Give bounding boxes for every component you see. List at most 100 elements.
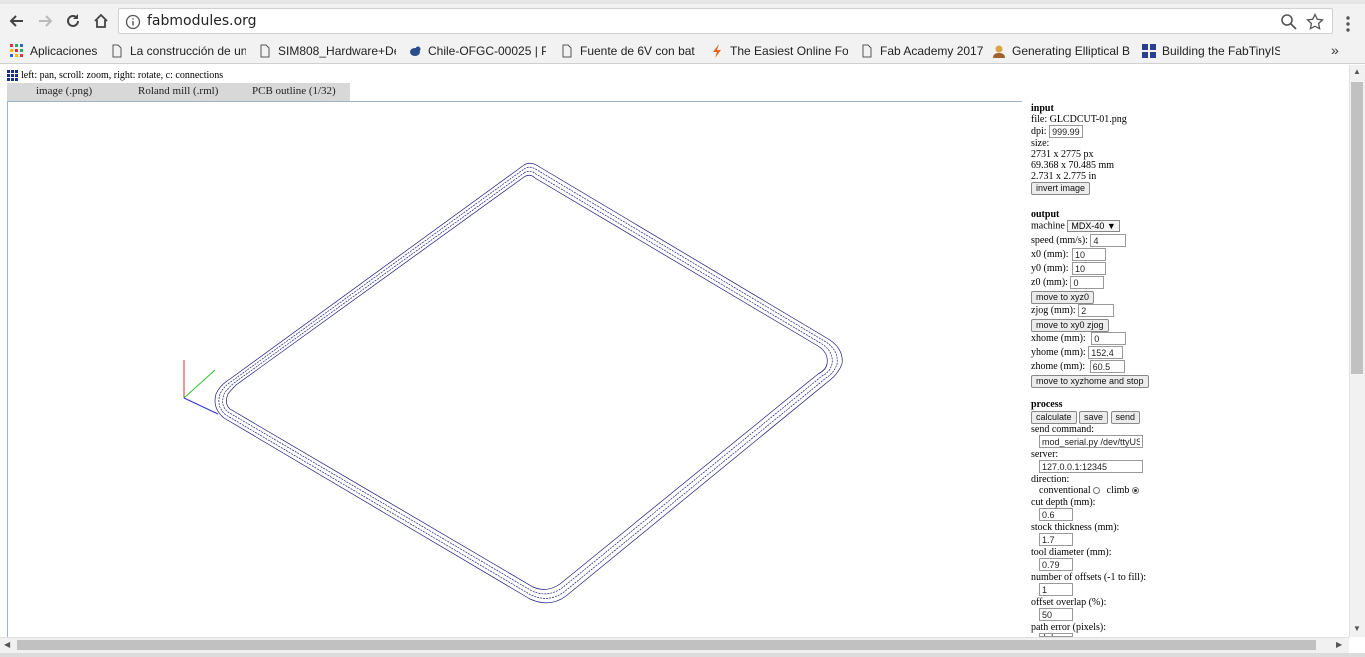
scroll-right-icon[interactable]: ▶: [1336, 640, 1342, 649]
info-icon[interactable]: [125, 14, 141, 30]
bookmark-item[interactable]: Fuente de 6V con bat: [560, 41, 698, 61]
page-content: left: pan, scroll: zoom, right: rotate, …: [0, 65, 1349, 641]
tab-roland-mill[interactable]: Roland mill (.rml): [138, 85, 218, 97]
bookmark-item[interactable]: SIM808_Hardware+De: [258, 41, 396, 61]
scroll-up-icon[interactable]: ▲: [1353, 67, 1361, 76]
bookmark-item[interactable]: Fab Academy 2017: [860, 41, 984, 61]
output-heading: output: [1031, 209, 1060, 220]
speed-label: speed (mm/s):: [1031, 234, 1088, 246]
send-button[interactable]: send: [1110, 411, 1141, 424]
bookmarks-bar: Aplicaciones La construcción de un SIM80…: [0, 38, 1365, 64]
y0-label: y0 (mm):: [1031, 262, 1069, 274]
tool-diameter-input[interactable]: [1039, 558, 1073, 571]
machine-row: machine MDX-40 ▼: [1031, 220, 1120, 232]
z0-label: z0 (mm):: [1031, 276, 1068, 288]
server-input[interactable]: [1039, 460, 1143, 473]
bookmark-item[interactable]: La construcción de un: [110, 41, 246, 61]
reload-button[interactable]: [62, 10, 84, 32]
zjog-label: zjog (mm):: [1031, 304, 1076, 316]
page-icon: [562, 44, 572, 58]
grid-icon: [1142, 44, 1156, 58]
machine-select[interactable]: MDX-40 ▼: [1067, 220, 1120, 232]
window-bottom-edge: [0, 653, 1365, 657]
help-label: left: pan, scroll: zoom, right: rotate, …: [21, 70, 224, 81]
zhome-input[interactable]: [1089, 360, 1125, 373]
yhome-row: yhome (mm):: [1031, 346, 1124, 359]
calculate-button[interactable]: calculate: [1031, 411, 1077, 424]
bookmark-label: Fab Academy 2017: [880, 44, 984, 58]
tab-pcb-outline[interactable]: PCB outline (1/32): [252, 85, 336, 97]
star-icon[interactable]: [1306, 13, 1324, 31]
input-heading: input: [1031, 103, 1054, 114]
page-icon: [862, 44, 872, 58]
size-label: size:: [1031, 138, 1050, 149]
move-to-xyzhome-button[interactable]: move to xyzhome and stop: [1031, 375, 1149, 388]
conventional-radio[interactable]: [1093, 487, 1101, 495]
climb-radio[interactable]: [1131, 487, 1139, 495]
invert-image-button[interactable]: invert image: [1031, 182, 1091, 195]
z0-input[interactable]: [1070, 276, 1105, 289]
zjog-input[interactable]: [1078, 304, 1115, 317]
offsets-input[interactable]: [1039, 583, 1073, 596]
size-mm: 69.368 x 70.485 mm: [1031, 160, 1115, 171]
help-text: left: pan, scroll: zoom, right: rotate, …: [7, 70, 223, 81]
machine-label: machine: [1031, 220, 1065, 232]
zhome-label: zhome (mm):: [1031, 360, 1086, 372]
scroll-left-icon[interactable]: ◀: [4, 640, 10, 649]
send-command-label: send command:: [1031, 424, 1095, 435]
bookmark-label: Building the FabTinyIS: [1162, 44, 1280, 58]
xhome-input[interactable]: [1091, 332, 1127, 345]
address-bar[interactable]: fabmodules.org: [118, 8, 1333, 34]
dpi-input[interactable]: [1049, 125, 1084, 138]
yhome-label: yhome (mm):: [1031, 346, 1086, 358]
yhome-input[interactable]: [1088, 346, 1124, 359]
bookmark-item[interactable]: Chile-OFGC-00025 | P: [408, 41, 546, 61]
toolpath-outline: [214, 162, 843, 604]
back-button[interactable]: [6, 10, 28, 32]
y0-input[interactable]: [1072, 262, 1106, 275]
bookmark-item[interactable]: Generating Elliptical B: [992, 41, 1130, 61]
arrow-right-icon: [39, 15, 53, 27]
offsets-label: number of offsets (-1 to fill):: [1031, 572, 1147, 583]
dpi-row: dpi:: [1031, 125, 1127, 138]
bookmark-item[interactable]: Building the FabTinyIS: [1142, 41, 1280, 61]
x0-row: x0 (mm):: [1031, 248, 1106, 261]
overlap-input[interactable]: [1039, 608, 1073, 621]
scroll-down-icon[interactable]: ▼: [1353, 624, 1361, 633]
toolpath-drawing: [183, 162, 843, 604]
move-to-xy0-zjog-button[interactable]: move to xy0 zjog: [1031, 319, 1109, 332]
save-button[interactable]: save: [1079, 411, 1109, 424]
bolt-icon: [713, 44, 721, 58]
vertical-scroll-thumb[interactable]: [1351, 82, 1363, 374]
toolpath-viewer[interactable]: [7, 101, 1022, 641]
stock-thickness-input[interactable]: [1039, 533, 1073, 546]
speed-input[interactable]: [1090, 234, 1127, 247]
home-button[interactable]: [90, 10, 112, 32]
arrow-left-icon: [9, 15, 23, 27]
process-heading: process: [1031, 399, 1063, 410]
tool-diameter-label: tool diameter (mm):: [1031, 547, 1112, 558]
cut-depth-input[interactable]: [1039, 508, 1073, 521]
person-icon: [993, 45, 1005, 58]
server-label: server:: [1031, 449, 1059, 460]
url-text[interactable]: fabmodules.org: [147, 13, 257, 29]
menu-icon[interactable]: [1340, 14, 1356, 36]
bookmark-label: Chile-OFGC-00025 | P: [428, 44, 546, 58]
z0-row: z0 (mm):: [1031, 276, 1105, 289]
tab-image[interactable]: image (.png): [36, 85, 92, 97]
bookmark-apps[interactable]: Aplicaciones: [10, 41, 102, 61]
search-icon[interactable]: [1280, 13, 1298, 31]
forward-button[interactable]: [34, 10, 56, 32]
size-px: 2731 x 2775 px: [1031, 149, 1094, 160]
bookmark-item[interactable]: The Easiest Online For: [710, 41, 848, 61]
xhome-label: xhome (mm):: [1031, 332, 1086, 344]
bookmark-label: Fuente de 6V con bat: [580, 44, 695, 58]
apps-grid-icon: [10, 44, 23, 57]
move-to-xyz0-button[interactable]: move to xyz0: [1031, 291, 1095, 304]
axis-gizmo: [183, 360, 219, 415]
x0-input[interactable]: [1072, 248, 1106, 261]
horizontal-scroll-thumb[interactable]: [17, 640, 1316, 650]
module-tabs: image (.png) Roland mill (.rml) PCB outl…: [7, 83, 350, 101]
bookmarks-overflow-button[interactable]: »: [1331, 42, 1339, 58]
send-command-input[interactable]: [1039, 435, 1143, 448]
